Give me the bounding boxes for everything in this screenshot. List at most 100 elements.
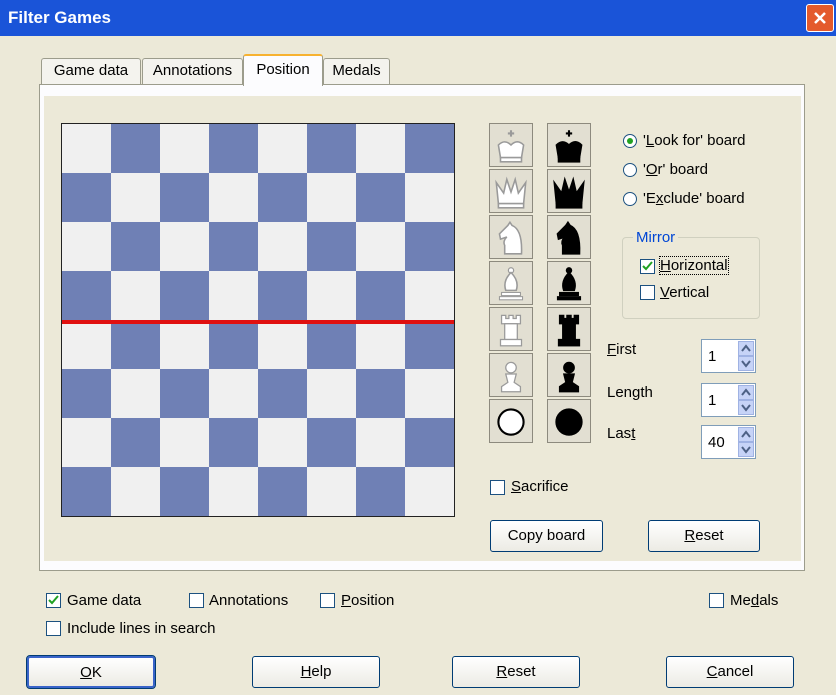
board-square-a3[interactable] xyxy=(62,369,111,418)
board-square-c7[interactable] xyxy=(160,173,209,222)
white-king-button[interactable] xyxy=(489,123,533,167)
board-square-h5[interactable] xyxy=(405,271,454,320)
board-square-b5[interactable] xyxy=(111,271,160,320)
copy-board-button[interactable]: Copy board xyxy=(490,520,603,552)
board-square-d6[interactable] xyxy=(209,222,258,271)
board-square-h2[interactable] xyxy=(405,418,454,467)
board-square-d4[interactable] xyxy=(209,320,258,369)
board-square-e6[interactable] xyxy=(258,222,307,271)
white-bishop-button[interactable] xyxy=(489,261,533,305)
sacrifice-checkbox[interactable] xyxy=(490,480,505,495)
board-square-c8[interactable] xyxy=(160,124,209,173)
black-bishop-button[interactable] xyxy=(547,261,591,305)
board-square-h1[interactable] xyxy=(405,467,454,516)
board-square-e3[interactable] xyxy=(258,369,307,418)
board-square-d1[interactable] xyxy=(209,467,258,516)
position-checkbox[interactable] xyxy=(320,593,335,608)
board-square-f1[interactable] xyxy=(307,467,356,516)
black-rook-button[interactable] xyxy=(547,307,591,351)
board-square-h7[interactable] xyxy=(405,173,454,222)
board-square-f3[interactable] xyxy=(307,369,356,418)
radio-exclude-indicator[interactable] xyxy=(623,192,637,206)
first-value[interactable]: 1 xyxy=(708,348,716,365)
board-square-a5[interactable] xyxy=(62,271,111,320)
white-disc-button[interactable] xyxy=(489,399,533,443)
board-square-h4[interactable] xyxy=(405,320,454,369)
board-square-f6[interactable] xyxy=(307,222,356,271)
white-pawn-button[interactable] xyxy=(489,353,533,397)
length-spinner[interactable]: 1 xyxy=(701,383,756,417)
board-square-f2[interactable] xyxy=(307,418,356,467)
include-lines-checkbox[interactable] xyxy=(46,621,61,636)
board-square-d2[interactable] xyxy=(209,418,258,467)
board-square-d5[interactable] xyxy=(209,271,258,320)
help-button[interactable]: Help xyxy=(252,656,380,688)
board-square-f5[interactable] xyxy=(307,271,356,320)
length-up-button[interactable] xyxy=(738,385,754,400)
board-square-b1[interactable] xyxy=(111,467,160,516)
board-square-b8[interactable] xyxy=(111,124,160,173)
board-square-g6[interactable] xyxy=(356,222,405,271)
last-spinner[interactable]: 40 xyxy=(701,425,756,459)
board-square-d7[interactable] xyxy=(209,173,258,222)
board-square-g7[interactable] xyxy=(356,173,405,222)
black-king-button[interactable] xyxy=(547,123,591,167)
board-square-c6[interactable] xyxy=(160,222,209,271)
board-square-b6[interactable] xyxy=(111,222,160,271)
length-value[interactable]: 1 xyxy=(708,392,716,409)
board-square-e2[interactable] xyxy=(258,418,307,467)
board-square-e8[interactable] xyxy=(258,124,307,173)
board-square-c1[interactable] xyxy=(160,467,209,516)
tab-game-data[interactable]: Game data xyxy=(41,58,141,84)
board-square-a6[interactable] xyxy=(62,222,111,271)
annotations-label[interactable]: Annotations xyxy=(209,592,288,609)
board-square-g5[interactable] xyxy=(356,271,405,320)
black-knight-button[interactable] xyxy=(547,215,591,259)
last-up-button[interactable] xyxy=(738,427,754,442)
board-square-e7[interactable] xyxy=(258,173,307,222)
board-square-h8[interactable] xyxy=(405,124,454,173)
radio-or-indicator[interactable] xyxy=(623,163,637,177)
board-reset-button[interactable]: Reset xyxy=(648,520,760,552)
board-square-h6[interactable] xyxy=(405,222,454,271)
reset-button[interactable]: Reset xyxy=(452,656,580,688)
position-label[interactable]: Position xyxy=(341,592,394,609)
white-knight-button[interactable] xyxy=(489,215,533,259)
board-square-a4[interactable] xyxy=(62,320,111,369)
black-queen-button[interactable] xyxy=(547,169,591,213)
length-down-button[interactable] xyxy=(738,400,754,415)
game-data-checkbox[interactable] xyxy=(46,593,61,608)
board-square-g8[interactable] xyxy=(356,124,405,173)
close-button[interactable] xyxy=(806,4,834,32)
board-square-d3[interactable] xyxy=(209,369,258,418)
first-spinner[interactable]: 1 xyxy=(701,339,756,373)
include-lines-label[interactable]: Include lines in search xyxy=(67,620,215,637)
board-square-g3[interactable] xyxy=(356,369,405,418)
board-square-f7[interactable] xyxy=(307,173,356,222)
board-square-c2[interactable] xyxy=(160,418,209,467)
board-square-d8[interactable] xyxy=(209,124,258,173)
board-square-h3[interactable] xyxy=(405,369,454,418)
last-down-button[interactable] xyxy=(738,442,754,457)
board-square-b2[interactable] xyxy=(111,418,160,467)
board-square-a2[interactable] xyxy=(62,418,111,467)
ok-button[interactable]: OK xyxy=(26,655,156,689)
first-down-button[interactable] xyxy=(738,356,754,371)
tab-annotations[interactable]: Annotations xyxy=(142,58,243,84)
white-queen-button[interactable] xyxy=(489,169,533,213)
board-square-c3[interactable] xyxy=(160,369,209,418)
radio-look-for-indicator[interactable] xyxy=(623,134,637,148)
last-value[interactable]: 40 xyxy=(708,434,725,451)
vertical-label[interactable]: Vertical xyxy=(660,284,709,301)
game-data-label[interactable]: Game data xyxy=(67,592,141,609)
horizontal-checkbox[interactable] xyxy=(640,259,655,274)
horizontal-label[interactable]: Horizontal xyxy=(659,256,729,275)
board-square-a7[interactable] xyxy=(62,173,111,222)
black-pawn-button[interactable] xyxy=(547,353,591,397)
board-square-b7[interactable] xyxy=(111,173,160,222)
board-square-e4[interactable] xyxy=(258,320,307,369)
board-square-b3[interactable] xyxy=(111,369,160,418)
board-square-e5[interactable] xyxy=(258,271,307,320)
vertical-checkbox[interactable] xyxy=(640,285,655,300)
board-square-a1[interactable] xyxy=(62,467,111,516)
